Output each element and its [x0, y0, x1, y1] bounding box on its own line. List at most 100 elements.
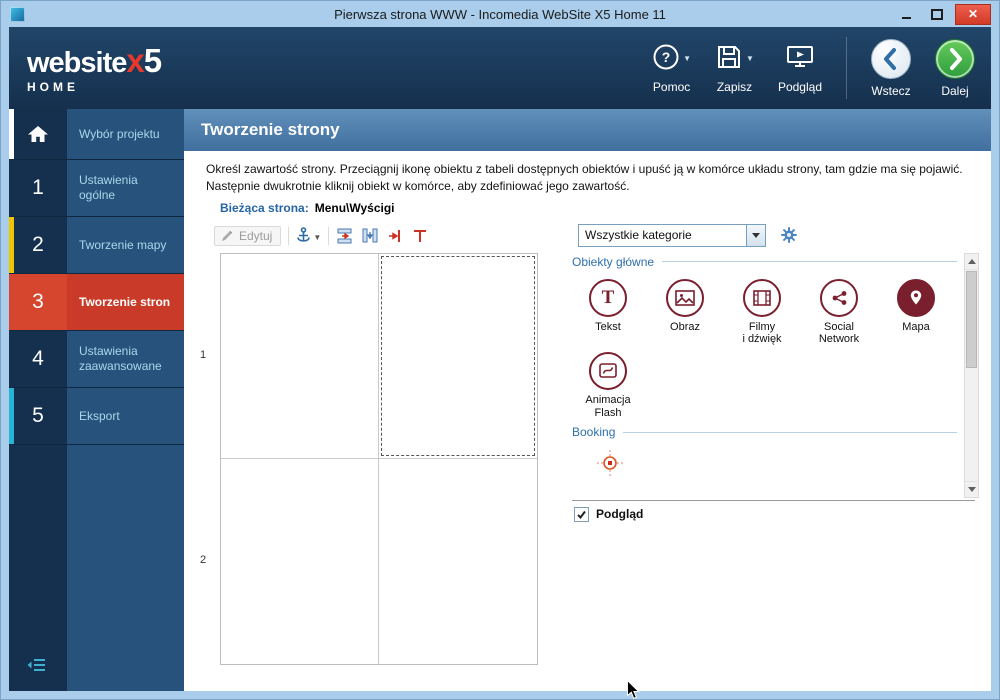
app-window: Pierwsza strona WWW - Incomedia WebSite …	[0, 0, 1000, 700]
edit-button[interactable]: Edytuj	[214, 225, 282, 246]
section-main-objects: Obiekty główne	[572, 255, 957, 269]
content-area: Tworzenie strony Określ zawartość strony…	[184, 109, 991, 691]
next-icon	[935, 38, 975, 79]
current-page-value: Menu\Wyścigi	[314, 200, 395, 215]
scroll-up-button[interactable]	[965, 253, 978, 270]
social-object-icon	[820, 278, 858, 317]
close-button[interactable]: ✕	[955, 3, 991, 25]
active-indicator-bar	[9, 109, 14, 159]
preview-checkbox-row[interactable]: Podgląd	[574, 506, 644, 522]
object-item-booking[interactable]	[596, 449, 957, 482]
row-label-2: 2	[199, 554, 207, 567]
grid-cell-r2c1[interactable]	[221, 458, 379, 664]
dropdown-button[interactable]	[746, 224, 765, 246]
maximize-button[interactable]	[924, 5, 950, 24]
sidebar-item-project-selection[interactable]: Wybór projektu	[9, 109, 184, 160]
header-separator	[846, 37, 847, 99]
chevron-down-icon: ▼	[313, 233, 322, 243]
sidebar: Wybór projektu 1 Ustawienia ogólne 2 Two…	[9, 109, 184, 691]
grid-cell-r2c2[interactable]	[379, 459, 537, 664]
next-button[interactable]: Dalej	[935, 38, 975, 98]
edit-pencil-icon	[222, 230, 233, 241]
back-button[interactable]: Wstecz	[871, 38, 911, 98]
maximize-icon	[931, 8, 943, 20]
logo-5: 5	[143, 41, 162, 79]
scrollbar-thumb[interactable]	[966, 270, 977, 368]
video-object-icon	[743, 278, 781, 317]
page-description: Określ zawartość strony. Przeciągnij iko…	[206, 162, 963, 193]
category-filter-value: Wszystkie kategorie	[585, 227, 692, 242]
back-icon	[871, 38, 911, 79]
logo-home: HOME	[27, 79, 79, 94]
section-rule	[662, 261, 957, 263]
section-rule	[623, 431, 957, 433]
object-item-flash-animation[interactable]: Animacja Flash	[572, 351, 644, 419]
toolbar-separator	[328, 226, 330, 245]
sidebar-filler	[9, 445, 184, 691]
objects-panel: Obiekty główne T Tekst Obraz Filmy i dźw…	[572, 253, 957, 498]
object-item-text[interactable]: T Tekst	[572, 278, 644, 346]
sidebar-item-step2-sitemap-creation[interactable]: 2 Tworzenie mapy	[9, 217, 184, 274]
titlebar: Pierwsza strona WWW - Incomedia WebSite …	[1, 1, 999, 27]
check-icon	[577, 510, 586, 519]
toolbar-separator	[288, 226, 290, 245]
grid-cell-r1c2-selected[interactable]	[379, 254, 537, 459]
split-cell-icon[interactable]	[411, 227, 429, 245]
collapse-sidebar-icon[interactable]	[27, 658, 47, 677]
scroll-down-button[interactable]	[965, 480, 978, 497]
map-object-icon	[897, 278, 935, 317]
svg-text:?: ?	[662, 49, 671, 65]
sidebar-item-step3-page-creation[interactable]: 3 Tworzenie stron	[9, 274, 184, 331]
scroll-down-icon	[967, 486, 976, 492]
section-booking: Booking	[572, 425, 957, 439]
step5-accent-bar	[9, 388, 14, 444]
logo-brand: website	[27, 46, 127, 79]
preview-checkbox-label: Podgląd	[596, 507, 644, 522]
anchor-button[interactable]: ▼	[296, 227, 321, 244]
chevron-down-icon: ▼	[746, 53, 754, 63]
grid-cell-r1c1[interactable]	[221, 253, 379, 459]
flash-object-icon	[589, 351, 627, 390]
minimize-button[interactable]	[893, 5, 919, 24]
object-item-video-audio[interactable]: Filmy i dźwięk	[726, 278, 798, 346]
window-title: Pierwsza strona WWW - Incomedia WebSite …	[334, 6, 666, 22]
row-label-1: 1	[199, 349, 207, 362]
panel-scrollbar[interactable]	[964, 252, 979, 498]
chevron-down-icon	[752, 232, 760, 238]
grid-row-labels: 1 2	[194, 253, 212, 663]
page-layout-grid	[220, 252, 538, 665]
minimize-icon	[901, 16, 911, 19]
app-header: websitex5 HOME ? ▼ Pomoc ▼ Zapisz Podglą…	[9, 27, 991, 109]
category-filter-dropdown[interactable]: Wszystkie kategorie	[578, 223, 766, 247]
help-button[interactable]: ? ▼ Pomoc	[652, 43, 691, 94]
save-button[interactable]: ▼ Zapisz	[715, 43, 754, 94]
logo-x: x	[126, 41, 144, 79]
insert-row-icon[interactable]	[336, 227, 354, 245]
preview-monitor-icon	[786, 45, 813, 67]
preview-button[interactable]: Podgląd	[778, 43, 822, 94]
booking-object-icon	[597, 450, 623, 477]
sidebar-item-step4-advanced-settings[interactable]: 4 Ustawienia zaawansowane	[9, 331, 184, 388]
insert-column-icon[interactable]	[361, 227, 379, 245]
object-item-social-network[interactable]: Social Network	[803, 278, 875, 346]
help-icon: ?	[653, 44, 679, 69]
object-item-map[interactable]: Mapa	[880, 278, 952, 346]
image-object-icon	[666, 278, 704, 317]
preview-checkbox[interactable]	[574, 506, 589, 522]
panel-divider	[572, 499, 975, 501]
gear-icon	[781, 226, 797, 243]
manage-categories-button[interactable]	[780, 226, 798, 249]
merge-cells-icon[interactable]	[386, 227, 404, 245]
page-title: Tworzenie strony	[184, 109, 991, 151]
object-item-image[interactable]: Obraz	[649, 278, 721, 346]
mouse-cursor	[626, 680, 640, 699]
grid-toolbar: Edytuj ▼	[214, 224, 429, 248]
logo: websitex5 HOME	[9, 41, 162, 94]
anchor-icon	[297, 227, 311, 242]
save-icon	[718, 45, 741, 68]
sidebar-item-step5-export[interactable]: 5 Eksport	[9, 388, 184, 445]
current-page-label: Bieżąca strona:	[220, 200, 309, 215]
chevron-down-icon: ▼	[683, 53, 692, 63]
sidebar-item-step1-general-settings[interactable]: 1 Ustawienia ogólne	[9, 160, 184, 217]
current-page: Bieżąca strona: Menu\Wyścigi	[220, 201, 395, 215]
